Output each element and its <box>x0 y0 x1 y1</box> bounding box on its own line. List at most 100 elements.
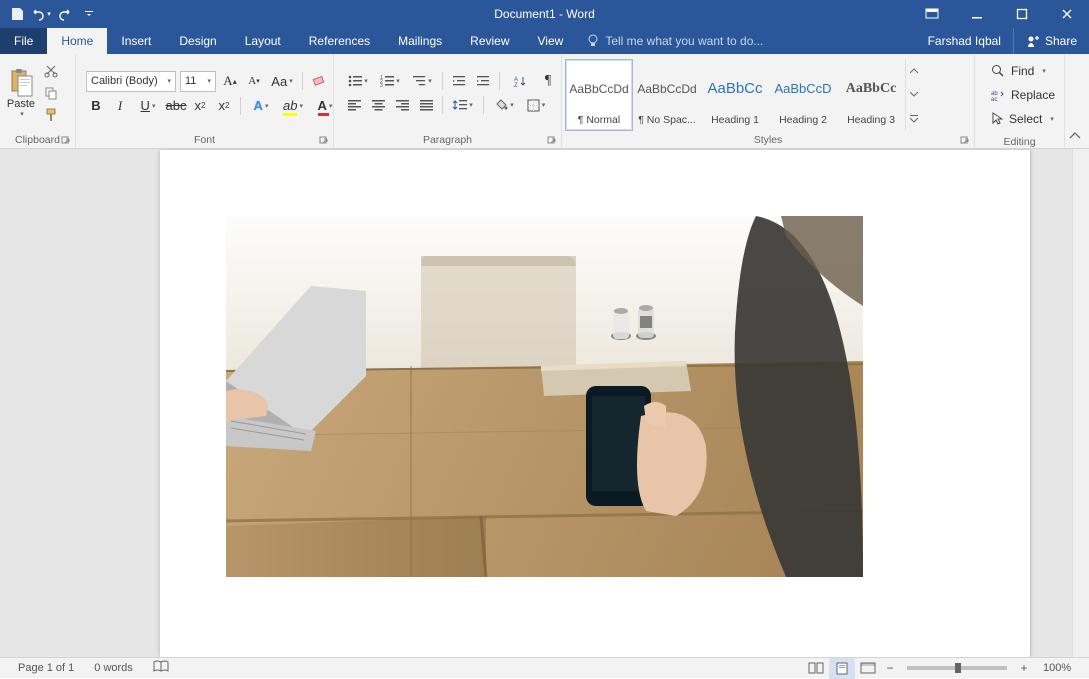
tab-references[interactable]: References <box>295 28 384 54</box>
collapse-ribbon-button[interactable] <box>1068 130 1086 144</box>
highlight-button[interactable]: ab▾ <box>279 96 307 116</box>
subscript-button[interactable]: x2 <box>190 96 210 116</box>
ribbon-tabs: File Home Insert Design Layout Reference… <box>0 28 1089 54</box>
style-normal[interactable]: AaBbCcDd ¶ Normal <box>565 59 633 131</box>
qat-customize-button[interactable] <box>78 3 100 25</box>
proofing-status[interactable] <box>143 660 179 676</box>
tab-home[interactable]: Home <box>47 28 107 54</box>
borders-icon <box>527 99 540 112</box>
cut-button[interactable] <box>40 61 62 81</box>
spacing-icon <box>453 99 467 111</box>
zoom-out-button[interactable]: − <box>881 659 899 677</box>
superscript-button[interactable]: x2 <box>214 96 234 116</box>
tab-design[interactable]: Design <box>165 28 230 54</box>
bold-button[interactable]: B <box>86 96 106 116</box>
style-heading-2[interactable]: AaBbCcD Heading 2 <box>769 59 837 131</box>
increase-indent-button[interactable] <box>473 71 493 91</box>
select-button[interactable]: Select▾ <box>987 108 1059 130</box>
minimize-button[interactable] <box>954 0 999 28</box>
show-marks-button[interactable]: ¶ <box>538 71 558 91</box>
decrease-indent-button[interactable] <box>449 71 469 91</box>
tab-view[interactable]: View <box>524 28 578 54</box>
page-number-status[interactable]: Page 1 of 1 <box>8 662 84 674</box>
replace-icon: abac <box>991 89 1005 101</box>
change-case-button[interactable]: Aa▾ <box>268 71 296 91</box>
strikethrough-button[interactable]: abc <box>166 96 186 116</box>
zoom-in-button[interactable]: + <box>1015 659 1033 677</box>
group-editing: Find▾ abac Replace Select▾ Editing <box>975 54 1065 148</box>
styles-row-down[interactable] <box>906 83 921 107</box>
font-size-combo[interactable]: 11▾ <box>180 71 216 92</box>
paste-button[interactable]: Paste ▾ <box>4 66 38 120</box>
shading-button[interactable]: ▾ <box>490 95 518 115</box>
tab-file[interactable]: File <box>0 28 47 54</box>
copy-button[interactable] <box>40 83 62 103</box>
style-no-spacing[interactable]: AaBbCcDd ¶ No Spac... <box>633 59 701 131</box>
paintbrush-icon <box>44 108 58 122</box>
tell-me-search[interactable]: Tell me what you want to do... <box>577 28 773 54</box>
clear-formatting-button[interactable] <box>309 71 329 91</box>
group-styles: AaBbCcDd ¶ Normal AaBbCcDd ¶ No Spac... … <box>562 54 975 148</box>
zoom-level[interactable]: 100% <box>1033 662 1081 674</box>
font-name-combo[interactable]: Calibri (Body)▾ <box>86 71 176 92</box>
tab-insert[interactable]: Insert <box>107 28 165 54</box>
style-heading-1[interactable]: AaBbCc Heading 1 <box>701 59 769 131</box>
close-button[interactable] <box>1044 0 1089 28</box>
zoom-thumb[interactable] <box>955 663 961 673</box>
numbering-icon: 123 <box>380 75 394 87</box>
tell-me-placeholder: Tell me what you want to do... <box>605 34 763 48</box>
font-launcher[interactable] <box>319 136 330 147</box>
shrink-font-button[interactable]: A▾ <box>244 71 264 91</box>
line-spacing-button[interactable]: ▾ <box>449 95 477 115</box>
status-bar: Page 1 of 1 0 words − + 100% <box>0 657 1089 678</box>
lightbulb-icon <box>587 34 599 48</box>
align-left-button[interactable] <box>344 95 364 115</box>
print-layout-button[interactable] <box>829 658 855 679</box>
multilevel-list-button[interactable]: ▾ <box>408 71 436 91</box>
web-layout-button[interactable] <box>855 658 881 679</box>
sort-button[interactable]: AZ <box>506 71 534 91</box>
undo-button[interactable]: ▾ <box>30 3 52 25</box>
tab-mailings[interactable]: Mailings <box>384 28 456 54</box>
styles-launcher[interactable] <box>960 136 971 147</box>
replace-button[interactable]: abac Replace <box>987 84 1059 106</box>
share-icon <box>1026 34 1040 48</box>
clipboard-launcher[interactable] <box>61 136 72 147</box>
search-icon <box>991 64 1005 78</box>
left-margin <box>0 149 160 657</box>
user-name[interactable]: Farshad Iqbal <box>916 28 1013 54</box>
align-right-button[interactable] <box>392 95 412 115</box>
save-button[interactable] <box>6 3 28 25</box>
find-button[interactable]: Find▾ <box>987 60 1059 82</box>
format-painter-button[interactable] <box>40 105 62 125</box>
underline-button[interactable]: U▾ <box>134 96 162 116</box>
grow-font-button[interactable]: A▴ <box>220 71 240 91</box>
bullets-button[interactable]: ▾ <box>344 71 372 91</box>
style-heading-3[interactable]: AaBbCc Heading 3 <box>837 59 905 131</box>
styles-expand[interactable] <box>906 107 921 131</box>
redo-button[interactable] <box>54 3 76 25</box>
tab-review[interactable]: Review <box>456 28 523 54</box>
ribbon: Paste ▾ Clipboard Calibri (Body)▾ 11▾ A▴… <box>0 54 1089 149</box>
indent-icon <box>476 75 490 87</box>
paragraph-launcher[interactable] <box>547 136 558 147</box>
word-count-status[interactable]: 0 words <box>84 662 143 674</box>
read-mode-button[interactable] <box>803 658 829 679</box>
vertical-scrollbar[interactable] <box>1072 149 1089 657</box>
italic-button[interactable]: I <box>110 96 130 116</box>
styles-row-up[interactable] <box>906 59 921 83</box>
zoom-slider[interactable] <box>907 666 1007 670</box>
justify-button[interactable] <box>416 95 436 115</box>
tab-layout[interactable]: Layout <box>231 28 295 54</box>
numbering-button[interactable]: 123▾ <box>376 71 404 91</box>
text-effects-button[interactable]: A▾ <box>247 96 275 116</box>
align-center-button[interactable] <box>368 95 388 115</box>
inserted-image[interactable] <box>226 216 863 577</box>
document-page[interactable] <box>160 150 1030 657</box>
bucket-icon <box>494 98 508 112</box>
share-button[interactable]: Share <box>1013 28 1089 54</box>
ribbon-display-button[interactable] <box>909 0 954 28</box>
maximize-button[interactable] <box>999 0 1044 28</box>
borders-button[interactable]: ▾ <box>522 95 550 115</box>
styles-gallery-more <box>905 59 921 131</box>
